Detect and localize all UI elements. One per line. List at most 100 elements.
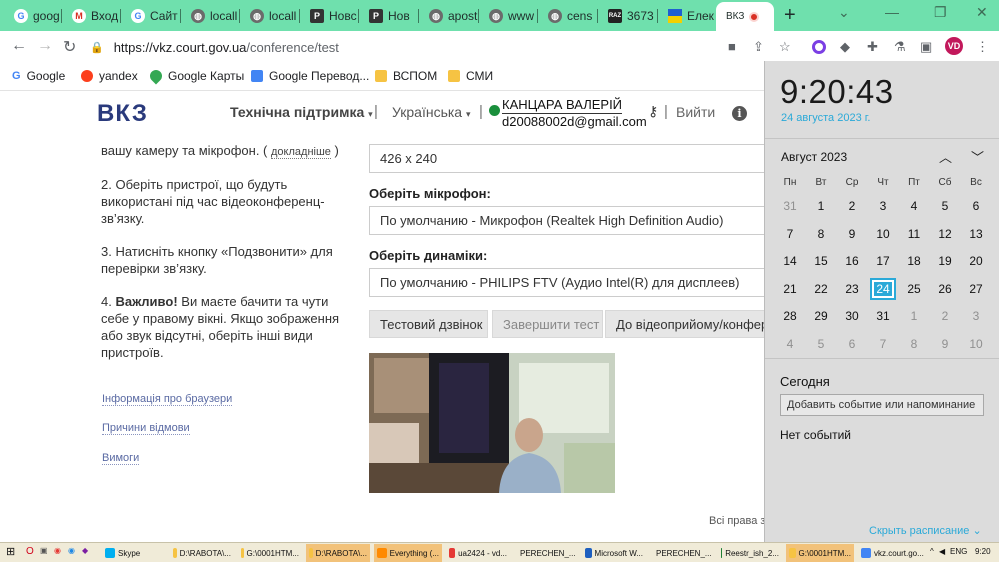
lab-icon[interactable]: ⚗ <box>894 39 906 55</box>
browser-tab[interactable]: P Новс <box>300 4 359 28</box>
bookmark-google-translate[interactable]: Google Перевод... <box>251 69 369 83</box>
calendar-day[interactable]: 31 <box>777 195 803 217</box>
browser-tab[interactable]: GСайт не <box>121 4 181 28</box>
calendar-day[interactable]: 18 <box>901 250 927 272</box>
browser-tab[interactable]: ◍ www <box>479 4 538 28</box>
calendar-day[interactable]: 7 <box>777 223 803 245</box>
bookmark-google[interactable]: G Google <box>12 69 65 83</box>
month-title[interactable]: Август 2023 <box>781 150 847 164</box>
calendar-day[interactable]: 19 <box>932 250 958 272</box>
calendar-day[interactable]: 16 <box>839 250 865 272</box>
extension-icon[interactable] <box>812 40 826 54</box>
menu-icon[interactable]: ⋮ <box>976 39 989 55</box>
calendar-day[interactable]: 10 <box>963 333 989 355</box>
language-menu[interactable]: Українська ▾ <box>392 104 471 120</box>
chevron-down-icon[interactable]: ﹀ <box>971 147 984 166</box>
camera-icon[interactable]: ■ <box>728 39 736 54</box>
calendar-day[interactable]: 6 <box>839 333 865 355</box>
calendar-day[interactable]: 6 <box>963 195 989 217</box>
taskbar-clock[interactable]: 9:20 <box>975 547 991 556</box>
share-icon[interactable]: ⇪ <box>753 39 764 55</box>
test-call-button[interactable]: Тестовий дзвінок <box>369 310 488 338</box>
calendar-day[interactable]: 9 <box>932 333 958 355</box>
bookmark-folder-vspom[interactable]: ВСПОМ <box>375 69 437 83</box>
end-test-button[interactable]: Завершити тест <box>492 310 603 338</box>
calendar-day[interactable]: 9 <box>839 223 865 245</box>
chrome-icon[interactable]: ◉ <box>54 546 61 555</box>
calendar-day[interactable]: 1 <box>901 305 927 327</box>
new-tab-icon[interactable]: + <box>784 4 796 27</box>
calendar-day[interactable]: 15 <box>808 250 834 272</box>
calendar-day[interactable]: 12 <box>932 223 958 245</box>
app-icon[interactable]: ◆ <box>82 546 88 555</box>
minimize-icon[interactable]: — <box>885 4 899 20</box>
browser-tab[interactable]: Елек <box>658 4 716 28</box>
language-indicator[interactable]: ENG <box>950 547 967 556</box>
extension-icon[interactable]: ◆ <box>840 39 850 55</box>
browser-info-link[interactable]: Інформація про браузери <box>102 393 233 406</box>
user-name[interactable]: КАНЦАРА ВАЛЕРІЙ <box>502 97 623 114</box>
calendar-day[interactable]: 8 <box>901 333 927 355</box>
calendar-day[interactable]: 5 <box>808 333 834 355</box>
bookmark-star-icon[interactable]: ☆ <box>779 39 791 55</box>
calendar-day[interactable]: 28 <box>777 305 803 327</box>
calendar-day[interactable]: 22 <box>808 278 834 300</box>
calendar-day[interactable]: 27 <box>963 278 989 300</box>
close-window-icon[interactable]: ✕ <box>976 4 988 21</box>
calendar-day[interactable]: 21 <box>777 278 803 300</box>
reload-icon[interactable]: ↻ <box>63 37 76 57</box>
calendar-day[interactable]: 17 <box>870 250 896 272</box>
calendar-day[interactable]: 13 <box>963 223 989 245</box>
calendar-day-today[interactable]: 24 <box>870 277 896 300</box>
browser-tab[interactable]: ◍ locall <box>181 4 240 28</box>
bookmark-folder-smi[interactable]: СМИ <box>448 69 493 83</box>
chrome-icon[interactable]: ◉ <box>68 546 75 555</box>
browser-tab[interactable]: RAZ 3673 <box>598 4 658 28</box>
taskbar-app-button[interactable]: G:\0001HTM... <box>786 544 854 562</box>
avatar[interactable]: VD <box>945 37 963 55</box>
taskbar-app-button[interactable]: D:\RABOTA\... <box>306 544 370 562</box>
calendar-day[interactable]: 3 <box>870 195 896 217</box>
browser-tab[interactable]: ◍ locall <box>240 4 300 28</box>
sidepanel-icon[interactable]: ▣ <box>920 39 932 55</box>
bookmark-google-maps[interactable]: Google Карты <box>147 67 244 85</box>
calendar-day[interactable]: 20 <box>963 250 989 272</box>
calendar-day[interactable]: 8 <box>808 223 834 245</box>
long-date[interactable]: 24 августа 2023 г. <box>781 112 870 124</box>
key-icon[interactable]: ⚷ <box>648 103 658 120</box>
browser-tab[interactable]: P Нов <box>359 4 419 28</box>
taskbar-app-button[interactable]: Reestr_ish_2... <box>718 544 782 562</box>
support-menu[interactable]: Технічна підтримка ▾ <box>230 104 373 120</box>
maximize-icon[interactable]: ❐ <box>934 4 947 21</box>
calendar-day[interactable]: 23 <box>839 278 865 300</box>
calendar-day[interactable]: 31 <box>870 305 896 327</box>
taskbar-app-button[interactable]: Everything (... <box>374 544 442 562</box>
requirements-link[interactable]: Вимоги <box>102 452 140 465</box>
taskbar-app-button[interactable]: PERECHEN_... <box>514 544 578 562</box>
windows-start-icon[interactable]: ⊞ <box>6 545 15 558</box>
taskbar-app-button[interactable]: ua2424 - vd... <box>446 544 510 562</box>
taskbar-app-button[interactable]: vkz.court.go... <box>858 544 928 562</box>
calendar-day[interactable]: 26 <box>932 278 958 300</box>
calendar-day[interactable]: 4 <box>777 333 803 355</box>
hide-schedule-link[interactable]: Скрыть расписание ⌄ <box>869 524 982 537</box>
browser-tab[interactable]: Ggoog <box>4 4 62 28</box>
browser-tab[interactable]: M Вход <box>62 4 121 28</box>
browser-tab-active[interactable]: ВКЗ✕ <box>716 2 774 31</box>
calendar-day[interactable]: 14 <box>777 250 803 272</box>
site-logo[interactable]: ВКЗ <box>97 100 148 128</box>
calendar-day[interactable]: 25 <box>901 278 927 300</box>
speakers-select[interactable]: По умолчанию - PHILIPS FTV (Аудио Intel(… <box>369 268 769 297</box>
calendar-day[interactable]: 11 <box>901 223 927 245</box>
microphone-select[interactable]: По умолчанию - Микрофон (Realtek High De… <box>369 206 769 235</box>
taskbar-app-button[interactable]: Skype <box>102 544 166 562</box>
app-icon[interactable]: ▣ <box>40 546 48 555</box>
calendar-day[interactable]: 29 <box>808 305 834 327</box>
logout-link[interactable]: Вийти <box>676 104 715 120</box>
chevron-down-icon[interactable]: ⌄ <box>838 4 850 21</box>
taskbar-app-button[interactable]: Microsoft W... <box>582 544 646 562</box>
chevron-up-icon[interactable]: ︿ <box>939 147 952 166</box>
browser-tab[interactable]: ◍ apost <box>419 4 479 28</box>
url-input[interactable]: 🔒 https://vkz.court.gov.ua/conference/te… <box>90 34 720 60</box>
chevron-up-icon[interactable]: ^ <box>930 547 934 556</box>
